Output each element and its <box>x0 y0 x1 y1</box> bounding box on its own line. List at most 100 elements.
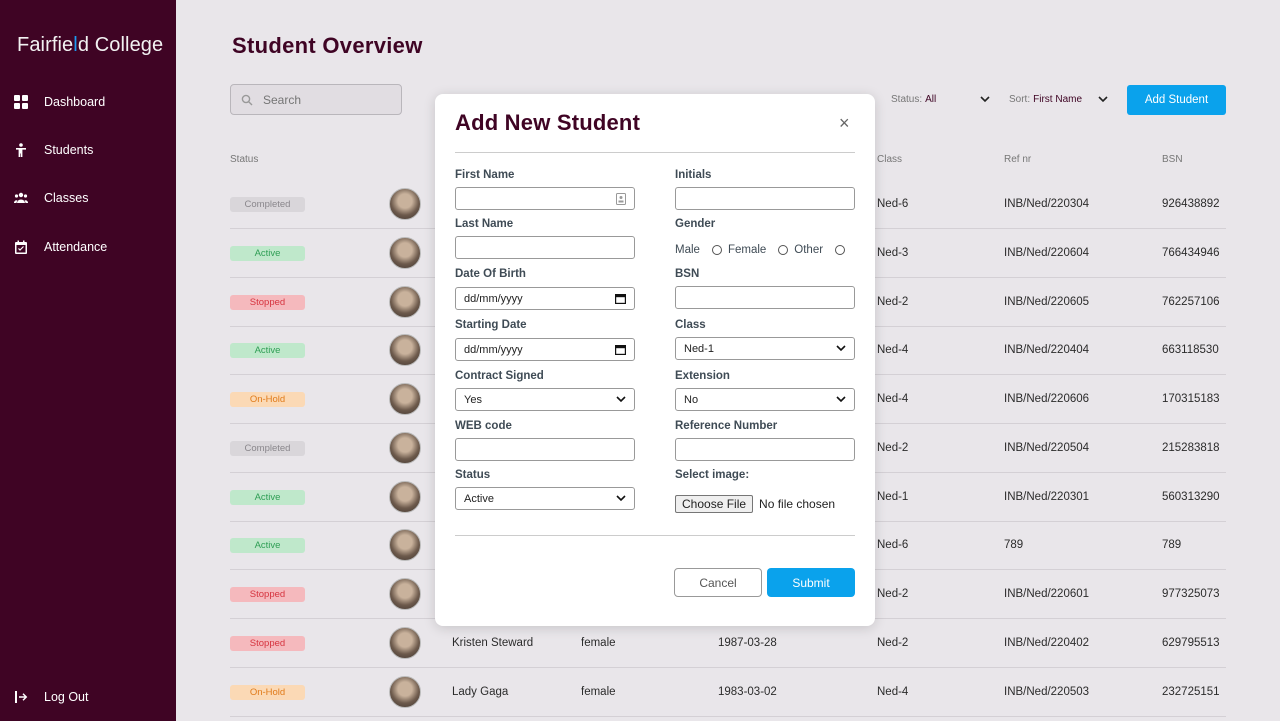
choose-file-button[interactable]: Choose File <box>675 495 754 513</box>
first-name-label: First Name <box>455 169 515 181</box>
student-gender: female <box>581 686 616 698</box>
status-filter[interactable]: Status: All <box>891 94 936 105</box>
avatar <box>389 383 421 415</box>
select-image-label: Select image: <box>675 469 750 481</box>
student-ref: INB/Ned/220402 <box>1004 637 1090 649</box>
student-name: Lady Gaga <box>452 686 509 698</box>
avatar <box>389 529 421 561</box>
student-ref: INB/Ned/220605 <box>1004 296 1090 308</box>
start-date-label: Starting Date <box>455 319 527 331</box>
student-dob: 1987-03-28 <box>718 637 777 649</box>
sidebar-item-attendance[interactable]: Attendance <box>14 240 107 254</box>
calendar-icon[interactable] <box>615 293 626 304</box>
person-icon <box>16 143 26 157</box>
student-bsn: 926438892 <box>1162 198 1220 210</box>
student-bsn: 789 <box>1162 539 1182 551</box>
student-ref: INB/Ned/220606 <box>1004 393 1090 405</box>
search-box[interactable] <box>230 84 402 115</box>
avatar <box>389 627 421 659</box>
sort-filter-value: First Name <box>1033 94 1083 105</box>
avatar <box>389 481 421 513</box>
sort-filter[interactable]: Sort: First Name <box>1009 94 1082 105</box>
add-student-button[interactable]: Add Student <box>1127 85 1226 115</box>
logo: Fairfield College <box>17 34 164 56</box>
dob-field[interactable]: dd/mm/yyyy <box>455 287 635 310</box>
close-icon[interactable]: × <box>839 114 850 132</box>
search-icon <box>241 94 253 105</box>
student-bsn: 977325073 <box>1162 588 1220 600</box>
student-bsn: 560313290 <box>1162 491 1220 503</box>
status-filter-label: Status: <box>891 94 923 105</box>
avatar <box>389 237 421 269</box>
status-value: Active <box>464 492 494 505</box>
chevron-down-icon <box>836 345 846 352</box>
divider <box>455 152 855 153</box>
class-select[interactable]: Ned-1 <box>675 337 855 360</box>
avatar <box>389 432 421 464</box>
extension-value: No <box>684 393 699 406</box>
search-input[interactable] <box>263 92 383 107</box>
table-row[interactable]: On-Hold Lady Gaga female 1983-03-02 Ned-4 INB… <box>230 668 1226 717</box>
modal-title: Add New Student <box>455 110 641 135</box>
chevron-down-icon <box>836 396 846 403</box>
student-bsn: 766434946 <box>1162 247 1220 259</box>
student-class: Ned-6 <box>877 539 909 551</box>
status-label: Status <box>455 469 491 481</box>
reference-number-label: Reference Number <box>675 420 778 432</box>
web-code-label: WEB code <box>455 420 512 432</box>
divider <box>455 535 855 536</box>
student-class: Ned-2 <box>877 442 909 454</box>
status-badge: Completed <box>230 440 305 456</box>
first-name-field[interactable] <box>455 187 635 210</box>
column-header-ref[interactable]: Ref nr <box>1004 154 1031 165</box>
table-row[interactable]: Stopped Kristen Steward female 1987-03-28 Ne… <box>230 619 1226 668</box>
reference-number-field[interactable] <box>675 438 855 461</box>
sidebar-item-classes[interactable]: Classes <box>14 191 88 205</box>
logout-button[interactable]: Log Out <box>14 690 88 704</box>
gender-option-other: Other <box>794 244 824 256</box>
calendar-icon[interactable] <box>615 344 626 355</box>
student-class: Ned-2 <box>877 637 909 649</box>
column-header-bsn[interactable]: BSN <box>1162 154 1183 165</box>
chevron-down-icon[interactable] <box>980 96 990 103</box>
dob-label: Date Of Birth <box>455 268 526 280</box>
student-bsn: 232725151 <box>1162 686 1220 698</box>
bsn-label: BSN <box>675 268 700 280</box>
student-bsn: 170315183 <box>1162 393 1220 405</box>
student-ref: 789 <box>1004 539 1024 551</box>
student-bsn: 215283818 <box>1162 442 1220 454</box>
group-icon <box>14 192 28 203</box>
student-class: Ned-4 <box>877 344 909 356</box>
status-badge: Stopped <box>230 294 305 310</box>
sidebar-item-dashboard[interactable]: Dashboard <box>14 95 105 109</box>
bsn-field[interactable] <box>675 286 855 309</box>
status-badge: Stopped <box>230 586 305 602</box>
status-select[interactable]: Active <box>455 487 635 510</box>
sidebar-item-label: Attendance <box>44 240 108 254</box>
gender-radio-group: Male Female Other <box>675 244 851 256</box>
gender-radio-male[interactable] <box>711 245 722 255</box>
class-label: Class <box>675 319 706 331</box>
column-header-status[interactable]: Status <box>230 154 258 165</box>
calendar-icon <box>15 240 27 254</box>
gender-radio-other[interactable] <box>835 245 846 255</box>
cancel-button[interactable]: Cancel <box>674 568 762 597</box>
sidebar-item-students[interactable]: Students <box>14 143 93 157</box>
class-value: Ned-1 <box>684 342 714 355</box>
contract-label: Contract Signed <box>455 370 544 382</box>
submit-button[interactable]: Submit <box>767 568 855 597</box>
add-student-modal: Add New Student × First Name Last Name D… <box>435 94 875 626</box>
column-header-class[interactable]: Class <box>877 154 902 165</box>
gender-option-male: Male <box>675 244 700 256</box>
gender-label: Gender <box>675 218 716 230</box>
chevron-down-icon[interactable] <box>1098 96 1108 103</box>
last-name-field[interactable] <box>455 236 635 259</box>
contract-select[interactable]: Yes <box>455 388 635 411</box>
start-date-field[interactable]: dd/mm/yyyy <box>455 338 635 361</box>
initials-field[interactable] <box>675 187 855 210</box>
extension-select[interactable]: No <box>675 388 855 411</box>
gender-radio-female[interactable] <box>778 245 789 255</box>
student-bsn: 629795513 <box>1162 637 1220 649</box>
sidebar-item-label: Classes <box>44 191 89 205</box>
web-code-field[interactable] <box>455 438 635 461</box>
